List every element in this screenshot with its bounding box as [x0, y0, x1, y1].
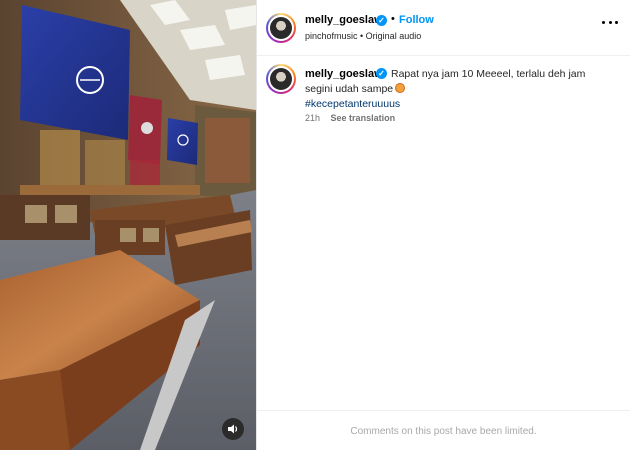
audio-link[interactable]: pinchofmusic • Original audio [305, 31, 421, 41]
video-frame-illustration [0, 0, 256, 450]
caption-meta: 21h See translation [305, 113, 395, 123]
sad-face-emoji-icon [395, 83, 406, 93]
mute-button[interactable] [222, 418, 244, 440]
see-translation-button[interactable]: See translation [331, 113, 396, 123]
post-side-panel: melly_goeslaw ✓ • Follow pinchofmusic • … [257, 0, 630, 450]
separator-dot: • [391, 13, 395, 25]
follow-button[interactable]: Follow [399, 14, 434, 26]
speaker-icon [227, 423, 239, 435]
avatar[interactable] [266, 13, 296, 43]
post-time: 21h [305, 113, 321, 123]
caption-verified-badge-icon: ✓ [376, 68, 387, 79]
post-video[interactable] [0, 0, 256, 450]
more-options-icon[interactable] [602, 14, 618, 30]
verified-badge-icon: ✓ [376, 15, 387, 26]
username-link[interactable]: melly_goeslaw [305, 14, 383, 26]
post-header: melly_goeslaw ✓ • Follow pinchofmusic • … [257, 0, 630, 55]
caption-username-link[interactable]: melly_goeslaw [305, 68, 383, 80]
footer-divider [257, 410, 630, 411]
hashtag-link[interactable]: #kecepetanteruuuus [305, 98, 400, 110]
caption-avatar[interactable] [266, 64, 296, 94]
comments-limited-notice: Comments on this post have been limited. [350, 426, 537, 437]
header-divider [257, 55, 630, 56]
